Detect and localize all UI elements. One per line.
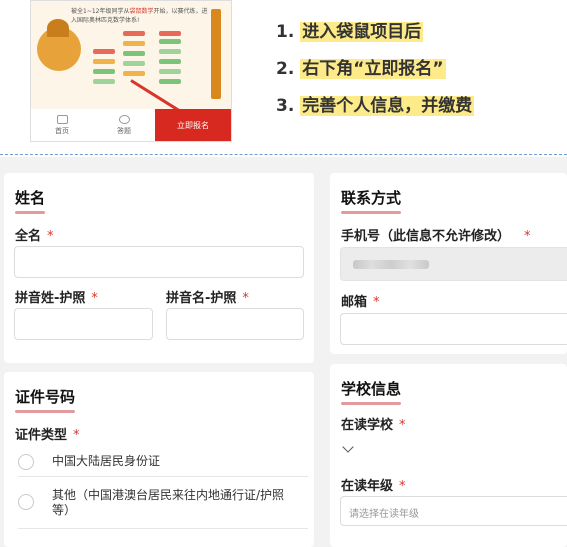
grade-label: 在读年级 *	[341, 475, 406, 494]
school-label-text: 在读学校	[341, 418, 394, 433]
step-2-text: 右下角“立即报名”	[300, 59, 446, 79]
instruction-steps: 1. 进入袋鼠项目后 2. 右下角“立即报名” 3. 完善个人信息，并缴费	[276, 20, 475, 131]
nav-second-label: 答题	[117, 126, 131, 135]
pinyin-last-label: 拼音姓-护照 *	[15, 287, 98, 306]
promo-banner-art: 被全1~12年级同学从袋鼠数学开始，以赛代练，进入国际奥林匹克数学体系!	[31, 1, 231, 114]
school-select[interactable]	[340, 436, 560, 464]
registration-form: 姓名 全名 * 拼音姓-护照 * 拼音名-护照 * 证件号码 证件类型 * 中国大陆居民…	[0, 157, 567, 547]
title-underline	[341, 402, 402, 405]
full-name-label-text: 全名	[15, 229, 42, 244]
grade-label-text: 在读年级	[341, 479, 394, 494]
required-mark: *	[373, 295, 380, 310]
required-mark: *	[399, 479, 406, 494]
promo-screenshot: 被全1~12年级同学从袋鼠数学开始，以赛代练，进入国际奥林匹克数学体系! 首页	[30, 0, 232, 142]
email-label-text: 邮箱	[341, 295, 368, 310]
promo-bottom-nav: 首页 答题 立即报名	[31, 109, 231, 141]
progress-bar-illustration	[211, 9, 221, 99]
required-mark: *	[399, 418, 406, 433]
id-option-other[interactable]: 其他（中国港澳台居民来往内地通行证/护照等）	[4, 488, 304, 528]
title-underline	[341, 211, 402, 214]
name-section-title: 姓名	[15, 187, 46, 214]
pinyin-last-label-text: 拼音姓-护照	[15, 291, 86, 306]
circle-icon	[118, 114, 130, 124]
step-2: 2. 右下角“立即报名”	[276, 57, 474, 81]
id-type-label: 证件类型 *	[15, 424, 80, 443]
name-card: 姓名 全名 * 拼音姓-护照 * 拼音名-护照 *	[4, 173, 314, 363]
email-input[interactable]	[340, 313, 567, 345]
contact-section-title-text: 联系方式	[341, 189, 402, 207]
option-separator	[18, 528, 308, 529]
signup-now-button[interactable]: 立即报名	[155, 109, 231, 141]
step-3-text: 完善个人信息，并缴费	[300, 96, 475, 116]
home-icon	[56, 114, 68, 124]
promo-headline: 被全1~12年级同学从袋鼠数学开始，以赛代练，进入国际奥林匹克数学体系!	[71, 7, 211, 25]
pinyin-first-label-text: 拼音名-护照	[166, 291, 237, 306]
nav-home-tab[interactable]: 首页	[31, 109, 93, 141]
required-mark: *	[73, 428, 80, 443]
school-label: 在读学校 *	[341, 414, 406, 433]
school-section-title: 学校信息	[341, 378, 402, 405]
step-1-number: 1.	[276, 22, 295, 42]
required-mark: *	[47, 229, 54, 244]
step-3-number: 3.	[276, 96, 295, 116]
id-section-title-text: 证件号码	[15, 388, 76, 406]
nav-second-tab[interactable]: 答题	[93, 109, 155, 141]
id-option-mainland-label: 中国大陆居民身份证	[52, 454, 161, 468]
step-2-number: 2.	[276, 59, 295, 79]
full-name-input[interactable]	[14, 246, 304, 278]
grade-select-placeholder: 请选择在读年级	[349, 509, 419, 520]
step-1-text: 进入袋鼠项目后	[300, 22, 424, 42]
pinyin-first-label: 拼音名-护照 *	[166, 287, 249, 306]
contact-card: 联系方式 手机号（此信息不允许修改） * 邮箱 *	[330, 173, 567, 354]
contact-section-title: 联系方式	[341, 187, 402, 214]
title-underline	[15, 211, 46, 214]
required-mark: *	[91, 291, 98, 306]
kangaroo-mascot-icon	[37, 19, 81, 71]
radio-button[interactable]	[18, 494, 34, 510]
required-mark: *	[242, 291, 249, 306]
nav-home-label: 首页	[55, 126, 69, 135]
phone-label-text: 手机号（此信息不允许修改）	[341, 229, 511, 244]
full-name-label: 全名 *	[15, 225, 54, 244]
school-section-title-text: 学校信息	[341, 380, 402, 398]
email-label: 邮箱 *	[341, 291, 380, 310]
level-grid-illustration	[83, 31, 203, 101]
grade-select[interactable]: 请选择在读年级	[340, 496, 567, 526]
name-section-title-text: 姓名	[15, 189, 46, 207]
phone-input-readonly	[340, 247, 567, 281]
chevron-down-icon	[342, 441, 354, 453]
promo-headline-prefix: 被全1~12年级同学从	[71, 8, 130, 15]
pinyin-first-input[interactable]	[166, 308, 304, 340]
id-section-title: 证件号码	[15, 386, 76, 413]
phone-label: 手机号（此信息不允许修改） *	[341, 225, 531, 244]
id-option-mainland[interactable]: 中国大陆居民身份证	[4, 454, 304, 484]
id-card: 证件号码 证件类型 * 中国大陆居民身份证 其他（中国港澳台居民来往内地通行证/护…	[4, 372, 314, 547]
promo-headline-highlight: 袋鼠数学	[129, 8, 154, 15]
option-separator	[18, 476, 308, 477]
section-divider	[0, 154, 567, 155]
pinyin-last-input[interactable]	[14, 308, 153, 340]
id-option-other-label: 其他（中国港澳台居民来往内地通行证/护照等）	[52, 488, 285, 517]
school-card: 学校信息 在读学校 * 在读年级 * 请选择在读年级	[330, 364, 567, 547]
redacted-phone-value	[353, 260, 429, 269]
title-underline	[15, 410, 76, 413]
required-mark: *	[524, 229, 531, 244]
radio-button[interactable]	[18, 454, 34, 470]
step-3: 3. 完善个人信息，并缴费	[276, 94, 475, 118]
id-type-label-text: 证件类型	[15, 428, 68, 443]
step-1: 1. 进入袋鼠项目后	[276, 20, 474, 44]
